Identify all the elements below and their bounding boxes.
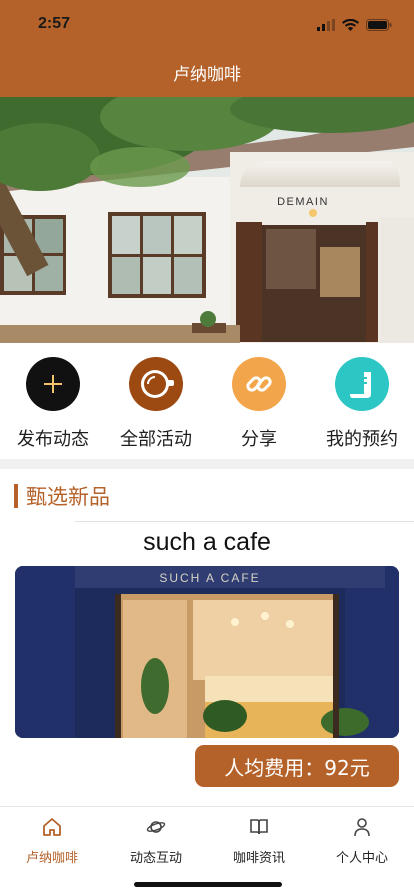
tab-home[interactable]: 卢纳咖啡 [0, 815, 104, 866]
battery-icon [366, 16, 392, 35]
tab-label: 卢纳咖啡 [25, 851, 78, 866]
quick-action-post[interactable]: 发布动态 [3, 357, 103, 451]
hero-sign-text: DEMAIN [277, 196, 329, 208]
book-icon [207, 815, 311, 839]
signal-icon [317, 16, 335, 35]
section-header: 甄选新品 [14, 483, 110, 509]
wifi-icon [342, 16, 359, 35]
quick-action-share[interactable]: 分享 [209, 357, 309, 451]
quick-action-label: 发布动态 [17, 429, 89, 450]
quick-action-label: 我的预约 [326, 429, 398, 450]
person-icon [310, 815, 414, 839]
section-divider [0, 459, 414, 469]
tab-label: 咖啡资讯 [232, 851, 285, 866]
quick-action-activities[interactable]: 全部活动 [106, 357, 206, 451]
planet-icon [104, 815, 208, 839]
quick-action-label: 全部活动 [120, 429, 192, 450]
section-accent-bar [14, 484, 18, 508]
home-icon [0, 815, 104, 839]
app-header: 2:57 卢纳咖啡 [0, 0, 414, 97]
product-sign-text: SUCH A CAFE [159, 571, 260, 585]
quick-action-reservations[interactable]: 我的预约 [312, 357, 412, 451]
product-name: such a cafe [143, 528, 271, 556]
product-illustration: SUCH A CAFE [15, 566, 399, 738]
product-image[interactable]: SUCH A CAFE [15, 566, 399, 738]
quick-action-label: 分享 [241, 429, 277, 450]
price-badge: 人均费用：92元 [195, 745, 399, 787]
hero-banner[interactable]: DEMAIN [0, 97, 414, 343]
section-title: 甄选新品 [26, 485, 110, 509]
coffee-cup-icon [129, 357, 183, 411]
status-bar: 2:57 [0, 0, 414, 50]
tab-label: 动态互动 [129, 851, 182, 866]
plus-icon [26, 357, 80, 411]
status-time: 2:57 [38, 15, 71, 32]
tab-feed[interactable]: 动态互动 [104, 815, 208, 866]
page-title: 卢纳咖啡 [173, 65, 241, 85]
scroll-icon [335, 357, 389, 411]
quick-actions: 发布动态 全部活动 分享 我的预约 [0, 343, 414, 459]
link-icon [232, 357, 286, 411]
home-indicator [134, 882, 282, 887]
section-underline [75, 521, 414, 522]
status-icons [317, 16, 392, 35]
hero-image: DEMAIN [0, 97, 414, 343]
tab-news[interactable]: 咖啡资讯 [207, 815, 311, 866]
tab-label: 个人中心 [335, 851, 388, 866]
tab-profile[interactable]: 个人中心 [310, 815, 414, 866]
